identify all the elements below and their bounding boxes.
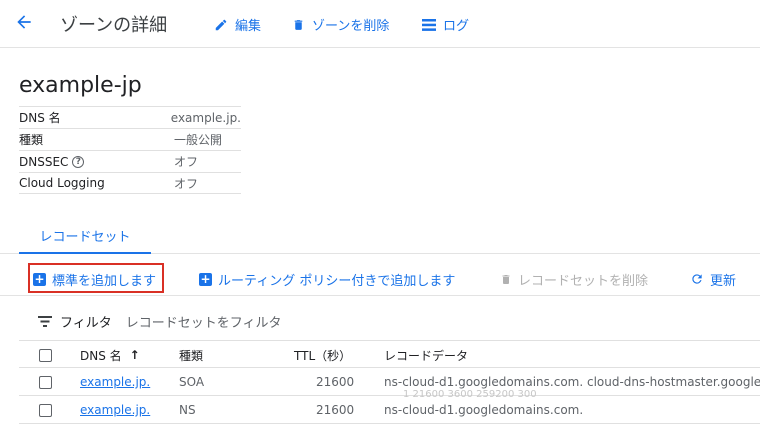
detail-key: DNS 名 <box>19 111 61 125</box>
table-row: example.jp. NS 21600 ns-cloud-d1.googled… <box>19 396 760 424</box>
add-box-icon: + <box>199 271 212 286</box>
detail-value: example.jp. <box>170 110 241 125</box>
filter-icon <box>38 316 52 327</box>
zone-name: example-jp <box>19 73 142 98</box>
row-checkbox[interactable] <box>39 404 52 417</box>
record-ttl: 21600 <box>316 403 355 417</box>
add-routing-label: ルーティング ポリシー付きで追加します <box>218 273 456 289</box>
refresh-icon <box>692 274 702 284</box>
filter-label: フィルタ <box>60 316 112 331</box>
trash-icon <box>294 19 303 30</box>
table-row: example.jp. SOA 21600 ns-cloud-d1.google… <box>19 368 760 400</box>
back-arrow-icon[interactable] <box>14 12 34 32</box>
zone-details: DNS 名 example.jp. 種類 一般公開 DNSSEC ? オフ Cl… <box>19 106 241 194</box>
sort-arrow-icon: ↑ <box>129 348 140 362</box>
header-dns-name[interactable]: DNS 名 ↑ <box>80 341 140 369</box>
tab-bar: レコードセット <box>0 218 760 254</box>
refresh-label: 更新 <box>710 273 737 289</box>
edit-label: 編集 <box>235 19 262 34</box>
record-sets-table: DNS 名 ↑ 種類 TTL（秒） レコードデータ example.jp. SO… <box>19 340 760 424</box>
page-header: ゾーンの詳細 編集 ゾーンを削除 ログ <box>0 0 760 48</box>
detail-row-cloud-logging: Cloud Logging オフ <box>19 172 241 194</box>
dns-name-link[interactable]: example.jp. <box>80 396 150 424</box>
page-title: ゾーンの詳細 <box>60 15 168 36</box>
detail-value: 一般公開 <box>174 133 223 147</box>
detail-key: 種類 <box>19 133 44 147</box>
help-icon[interactable]: ? <box>72 155 85 168</box>
dns-name-link[interactable]: example.jp. <box>80 368 150 396</box>
tab-record-sets[interactable]: レコードセット <box>19 218 151 254</box>
filter-bar[interactable]: フィルタ レコードセットをフィルタ <box>38 312 282 331</box>
row-checkbox[interactable] <box>39 376 52 389</box>
delete-recordset-button[interactable]: レコードセットを削除 <box>500 268 648 290</box>
trash-icon <box>502 274 510 284</box>
detail-key: Cloud Logging <box>19 176 105 190</box>
filter-input[interactable]: レコードセットをフィルタ <box>126 312 282 331</box>
highlight-box <box>28 263 164 293</box>
pencil-icon <box>215 19 227 30</box>
delete-recordset-label: レコードセットを削除 <box>518 273 649 289</box>
record-data: ns-cloud-d1.googledomains.com. <box>384 403 584 417</box>
table-header-row: DNS 名 ↑ 種類 TTL（秒） レコードデータ <box>19 340 760 368</box>
header-type: 種類 <box>179 348 204 363</box>
header-record-data: レコードデータ <box>384 348 469 363</box>
logs-label: ログ <box>443 19 470 34</box>
detail-key-dnssec: DNSSEC ? <box>19 155 174 169</box>
add-routing-policy-button[interactable]: + ルーティング ポリシー付きで追加します <box>199 268 455 290</box>
list-icon <box>422 18 436 31</box>
edit-button[interactable]: 編集 <box>214 15 261 34</box>
detail-row-dns-name: DNS 名 example.jp. <box>19 106 241 128</box>
select-all-checkbox[interactable] <box>39 349 52 362</box>
detail-value: オフ <box>174 176 199 191</box>
record-type: SOA <box>179 375 205 389</box>
detail-row-dnssec: DNSSEC ? オフ <box>19 150 241 172</box>
header-ttl: TTL（秒） <box>294 348 352 363</box>
record-ttl: 21600 <box>316 375 355 389</box>
header-dns-name-label: DNS 名 <box>80 348 122 363</box>
delete-zone-label: ゾーンを削除 <box>312 19 390 34</box>
record-type: NS <box>179 403 196 417</box>
detail-value: オフ <box>174 155 199 169</box>
detail-row-type: 種類 一般公開 <box>19 128 241 150</box>
delete-zone-button[interactable]: ゾーンを削除 <box>292 15 389 34</box>
detail-key: DNSSEC <box>19 154 69 169</box>
refresh-button[interactable]: 更新 <box>690 268 736 290</box>
logs-button[interactable]: ログ <box>422 15 469 34</box>
